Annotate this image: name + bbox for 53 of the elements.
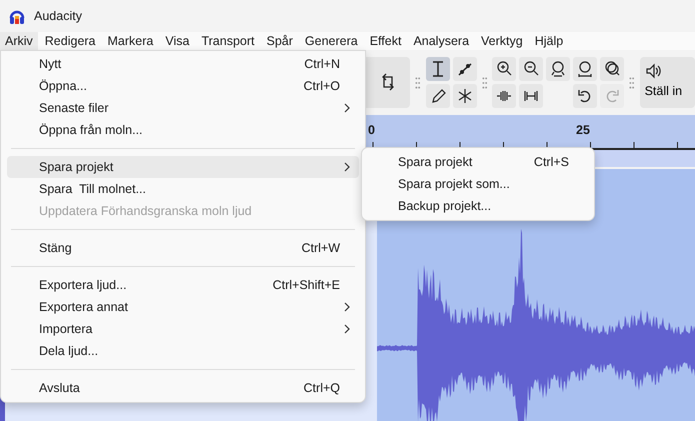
grip-icon[interactable]	[482, 76, 488, 90]
menu-item[interactable]: Exportera ljud... Ctrl+Shift+E	[7, 274, 359, 296]
ruler-label: 25	[576, 122, 590, 139]
menu-item[interactable]: Importera	[7, 318, 359, 340]
tool-button[interactable]	[452, 57, 477, 81]
menu-item[interactable]: Visa	[160, 32, 194, 50]
menu-item[interactable]: Markera	[102, 32, 158, 50]
menu-item[interactable]: Backup projekt...	[362, 195, 594, 217]
window-title: Audacity	[34, 8, 82, 25]
speaker-icon	[644, 63, 663, 79]
zoom-out-icon	[522, 60, 540, 78]
timeline-ruler[interactable]: 0 25	[365, 115, 695, 150]
menu-item[interactable]: Nytt Ctrl+N	[7, 53, 359, 75]
menu-item[interactable]: Spara projekt Ctrl+S	[362, 151, 594, 173]
toolbar-button[interactable]	[492, 57, 516, 81]
toolbar-button[interactable]	[600, 57, 624, 81]
menu-item[interactable]: Verktyg	[476, 32, 528, 50]
zoom-in-icon	[495, 60, 514, 78]
magnifier-icon	[576, 60, 594, 78]
menu-item[interactable]: Spara projekt som...	[362, 173, 594, 195]
menu-item[interactable]: Avsluta Ctrl+Q	[7, 377, 359, 399]
tool-button[interactable]	[426, 57, 450, 81]
toolbar-button[interactable]	[546, 57, 570, 81]
menu-item[interactable]: Senaste filer	[7, 97, 359, 119]
menu-item[interactable]: Spår	[261, 32, 298, 50]
toolbar-button[interactable]	[492, 84, 516, 108]
menu-item[interactable]: Exportera annat	[7, 296, 359, 318]
grip-icon[interactable]	[415, 76, 421, 90]
loop-button[interactable]	[366, 57, 410, 108]
toolbar-button[interactable]	[519, 84, 544, 108]
tool-button[interactable]	[452, 84, 477, 108]
toolbar-button[interactable]	[573, 84, 598, 108]
menu-item[interactable]: Effekt	[364, 32, 406, 50]
menu-item[interactable]: Öppna från moln...	[7, 119, 359, 141]
menu-item[interactable]: Hjälp	[530, 32, 568, 50]
menu-item[interactable]: Spara Till molnet...	[7, 178, 359, 200]
menu-item[interactable]: Stäng Ctrl+W	[7, 237, 359, 259]
menu-item[interactable]: Analysera	[408, 32, 474, 50]
tool-button[interactable]	[426, 84, 450, 108]
menu-item[interactable]: Spara projekt	[7, 156, 359, 178]
menu-item[interactable]: Öppna... Ctrl+O	[7, 75, 359, 97]
toolbar-button[interactable]	[519, 57, 544, 81]
toolbar-button[interactable]	[573, 57, 598, 81]
menu-item[interactable]: Transport	[196, 32, 260, 50]
menu-item[interactable]: Arkiv	[0, 32, 38, 50]
grip-icon[interactable]	[629, 76, 635, 90]
ruler-label: 0	[368, 122, 375, 139]
menu-item[interactable]: Generera	[300, 32, 363, 50]
menu-item[interactable]: Redigera	[40, 32, 101, 50]
menu-item[interactable]: Dela ljud...	[7, 340, 359, 362]
audio-setup-button[interactable]: Ställ in	[640, 57, 695, 108]
magnifiers-icon	[603, 60, 622, 78]
magnifier-icon	[549, 60, 568, 78]
